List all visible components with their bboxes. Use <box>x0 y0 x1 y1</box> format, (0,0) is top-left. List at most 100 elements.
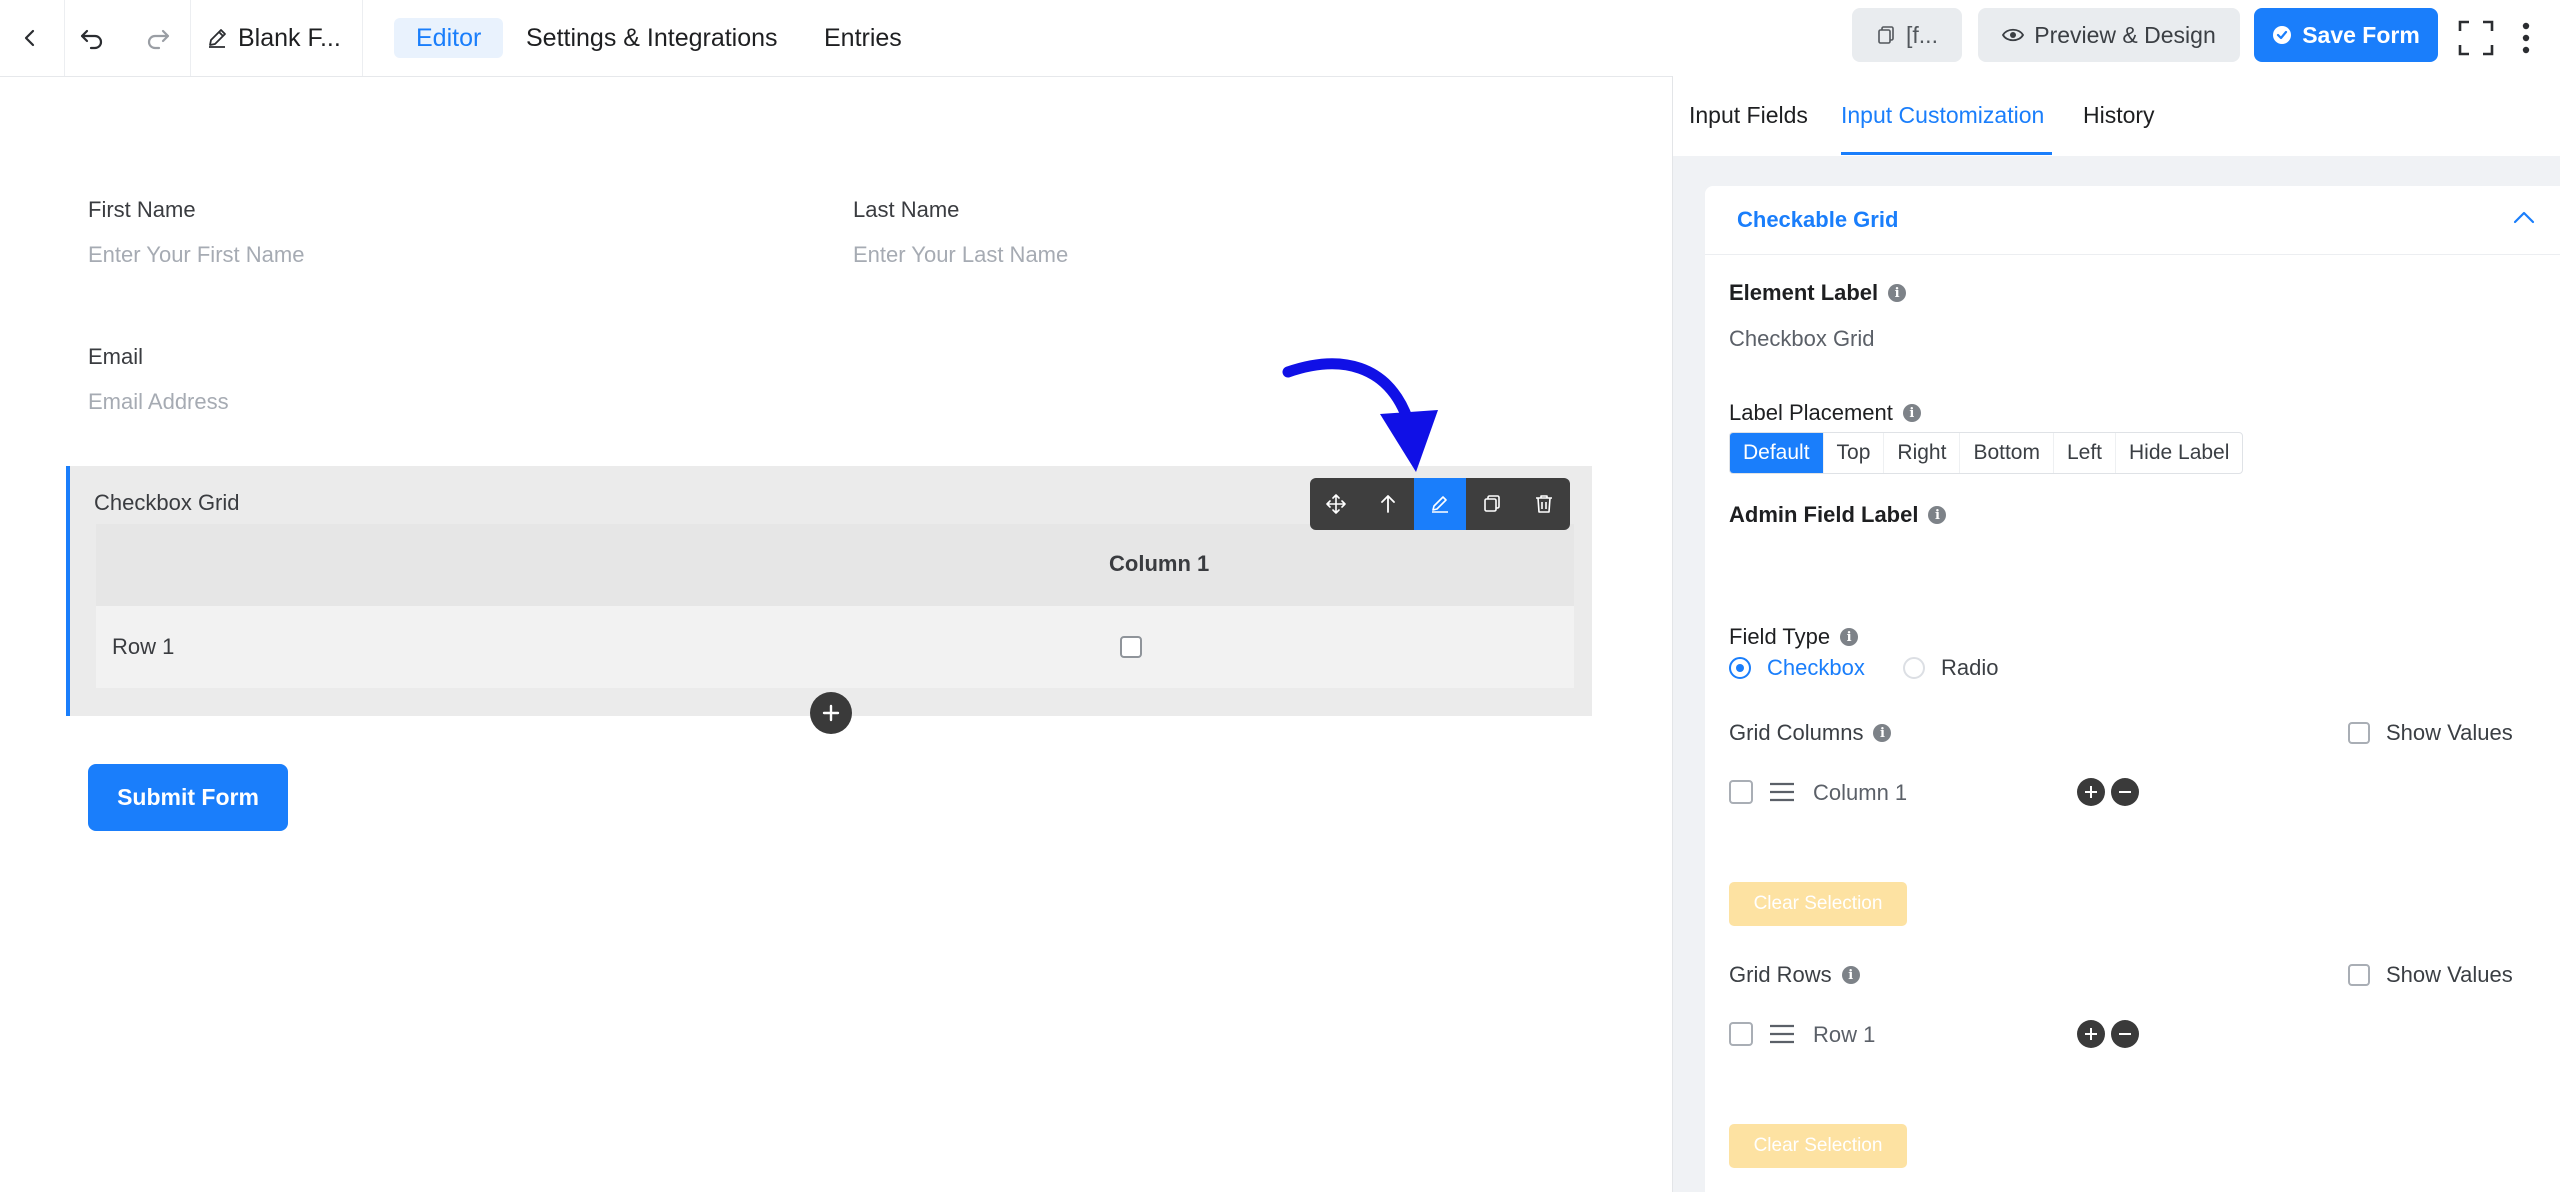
last-name-input[interactable]: Enter Your Last Name <box>853 242 1068 268</box>
add-field-button[interactable] <box>810 692 852 734</box>
placement-right[interactable]: Right <box>1884 433 1961 473</box>
drag-handle-icon[interactable] <box>1769 782 1795 802</box>
tab-input-customization[interactable]: Input Customization <box>1841 102 2044 129</box>
grid-header-row: Column 1 <box>96 524 1574 606</box>
annotation-arrow <box>1282 358 1438 472</box>
radio-checkbox-label[interactable]: Checkbox <box>1767 655 1865 681</box>
remove-column-button[interactable] <box>2111 778 2139 806</box>
field-type-text: Field Type <box>1729 624 1831 649</box>
edit-icon[interactable] <box>1414 478 1466 530</box>
submit-form-button[interactable]: Submit Form <box>88 764 288 831</box>
first-name-input[interactable]: Enter Your First Name <box>88 242 304 268</box>
shortcode-button[interactable]: [f... <box>1852 8 1962 62</box>
row-default-checkbox[interactable] <box>1729 1022 1753 1046</box>
add-row-button[interactable] <box>2077 1020 2105 1048</box>
show-values-label[interactable]: Show Values <box>2386 962 2513 988</box>
grid-checkbox[interactable] <box>1120 636 1142 658</box>
duplicate-icon[interactable] <box>1466 478 1518 530</box>
section-header[interactable]: Checkable Grid <box>1705 186 2560 255</box>
shortcode-label: [f... <box>1906 21 1938 48</box>
preview-design-label: Preview & Design <box>2034 21 2216 48</box>
save-form-label: Save Form <box>2302 21 2420 48</box>
checkbox-grid-label: Checkbox Grid <box>94 490 240 515</box>
email-input[interactable]: Email Address <box>88 389 229 415</box>
element-label-input[interactable]: Checkbox Grid <box>1729 326 1875 352</box>
radio-checkbox[interactable] <box>1729 657 1751 679</box>
first-name-label: First Name <box>88 197 196 222</box>
column-default-checkbox[interactable] <box>1729 780 1753 804</box>
element-label-heading: Element Label i <box>1729 280 1907 306</box>
placement-hide-label[interactable]: Hide Label <box>2116 433 2242 473</box>
form-title[interactable]: Blank F... <box>206 22 341 54</box>
label-placement-text: Label Placement <box>1729 400 1893 425</box>
add-column-button[interactable] <box>2077 778 2105 806</box>
form-title-text: Blank F... <box>238 23 341 52</box>
field-type-heading: Field Type i <box>1729 624 1859 650</box>
save-form-button[interactable]: Save Form <box>2254 8 2438 62</box>
grid-row: Row 1 <box>96 606 1574 688</box>
show-values-label[interactable]: Show Values <box>2386 720 2513 746</box>
drag-handle-icon[interactable] <box>1769 1024 1795 1044</box>
panel-tabs: Input Fields Input Customization History <box>1673 76 2560 156</box>
minus-icon <box>2119 1033 2131 1035</box>
tab-entries[interactable]: Entries <box>802 18 924 58</box>
tab-editor[interactable]: Editor <box>394 18 504 58</box>
email-label: Email <box>88 344 144 369</box>
column-item-input[interactable]: Column 1 <box>1813 780 1907 806</box>
grid-rows-text: Grid Rows <box>1729 962 1832 987</box>
admin-field-label-heading: Admin Field Label i <box>1729 502 1947 528</box>
row-item-input[interactable]: Row 1 <box>1813 1022 1875 1048</box>
info-icon[interactable]: i <box>1902 404 1921 422</box>
clear-rows-selection-button[interactable]: Clear Selection <box>1729 1124 1907 1168</box>
remove-row-button[interactable] <box>2111 1020 2139 1048</box>
fullscreen-icon[interactable] <box>2456 18 2496 58</box>
move-icon[interactable] <box>1310 478 1362 530</box>
pencil-icon <box>206 27 228 49</box>
preview-design-button[interactable]: Preview & Design <box>1978 8 2240 62</box>
plus-icon <box>2085 786 2097 798</box>
tab-settings-integrations[interactable]: Settings & Integrations <box>504 18 800 58</box>
settings-panel: Input Fields Input Customization History… <box>1672 76 2560 1192</box>
arrow-up-icon[interactable] <box>1362 478 1414 530</box>
show-values-checkbox[interactable] <box>2348 722 2370 744</box>
last-name-label: Last Name <box>853 197 960 222</box>
copy-icon <box>1876 25 1896 45</box>
trash-icon[interactable] <box>1518 478 1570 530</box>
plus-icon <box>2085 1028 2097 1040</box>
checkable-grid-section: Checkable Grid Element Label i Checkbox … <box>1705 186 2560 1192</box>
info-icon[interactable]: i <box>1873 724 1892 742</box>
undo-icon[interactable] <box>72 18 112 58</box>
grid-rows-heading: Grid Rows i <box>1729 962 1860 988</box>
check-circle-icon <box>2272 25 2292 45</box>
section-title: Checkable Grid <box>1737 207 1899 232</box>
tab-input-fields[interactable]: Input Fields <box>1689 102 1808 129</box>
info-icon[interactable]: i <box>1888 284 1907 302</box>
more-vertical-icon[interactable] <box>2506 18 2546 58</box>
admin-field-label-text: Admin Field Label <box>1729 502 1919 527</box>
grid-column-header: Column 1 <box>1109 551 1210 576</box>
element-label-text: Element Label <box>1729 280 1879 305</box>
checkbox-grid-table: Column 1 Row 1 <box>96 524 1574 688</box>
chevron-up-icon[interactable] <box>2513 210 2535 224</box>
info-icon[interactable]: i <box>1841 966 1860 984</box>
eye-icon <box>2002 27 2025 43</box>
back-icon[interactable] <box>10 18 50 58</box>
field-action-toolbar <box>1310 478 1570 530</box>
clear-columns-selection-button[interactable]: Clear Selection <box>1729 882 1907 926</box>
placement-default[interactable]: Default <box>1730 433 1824 473</box>
radio-radio-label[interactable]: Radio <box>1941 655 1998 681</box>
tab-history[interactable]: History <box>2083 102 2155 129</box>
admin-field-label-input[interactable] <box>1729 542 2289 582</box>
radio-radio[interactable] <box>1903 657 1925 679</box>
placement-bottom[interactable]: Bottom <box>1960 433 2054 473</box>
plus-icon <box>822 704 840 722</box>
grid-columns-heading: Grid Columns i <box>1729 720 1892 746</box>
minus-icon <box>2119 791 2131 793</box>
show-values-checkbox[interactable] <box>2348 964 2370 986</box>
placement-left[interactable]: Left <box>2054 433 2116 473</box>
info-icon[interactable]: i <box>1928 506 1947 524</box>
redo-icon[interactable] <box>138 18 178 58</box>
active-tab-indicator <box>1841 152 2052 155</box>
placement-top[interactable]: Top <box>1824 433 1885 473</box>
info-icon[interactable]: i <box>1840 628 1859 646</box>
